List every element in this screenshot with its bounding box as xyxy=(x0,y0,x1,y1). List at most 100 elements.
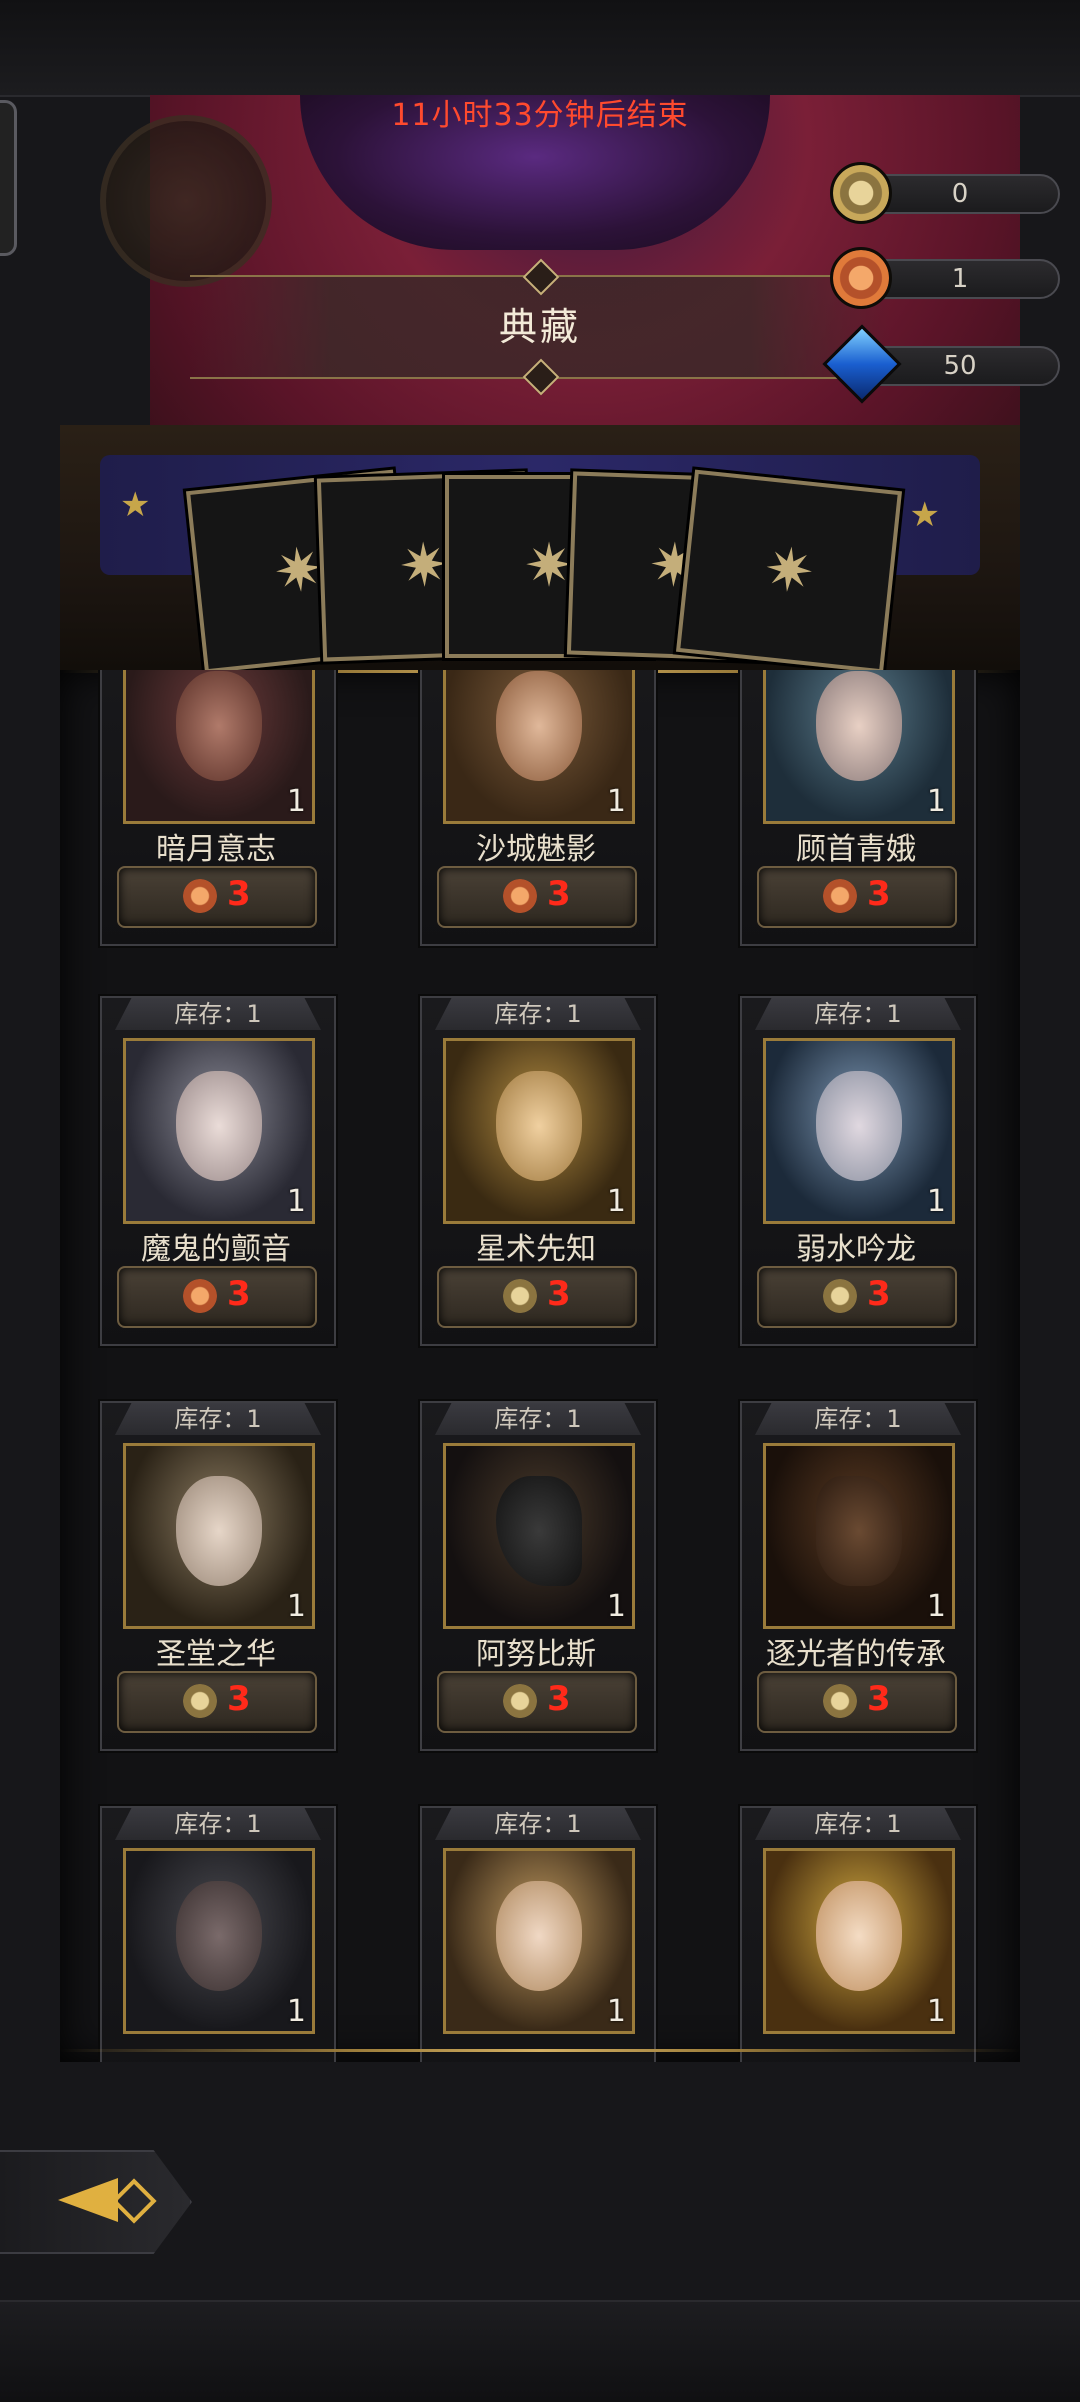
item-name: 逐光者的传承 xyxy=(766,1637,946,1672)
item-portrait: 1 xyxy=(443,1443,635,1629)
item-name: 魔鬼的颤音 xyxy=(141,1232,291,1267)
item-name: 弱水吟龙 xyxy=(796,1232,916,1267)
item-portrait: 1 xyxy=(123,1443,315,1629)
item-name: 顾首青娥 xyxy=(796,832,916,867)
shop-item[interactable]: 库存：1 1 阿努比斯 3 xyxy=(420,1401,656,1751)
item-count: 1 xyxy=(286,1994,306,2029)
star-icon: ★ xyxy=(120,485,151,525)
gold-coin-icon xyxy=(823,1684,857,1718)
item-portrait: 1 xyxy=(123,670,315,824)
currency-gold: 0 xyxy=(830,162,1060,224)
shop-item[interactable]: 库存：1 1 圣堂之华 3 xyxy=(100,1401,336,1751)
stock-label: 库存：1 xyxy=(755,1808,961,1840)
price-button[interactable]: 3 xyxy=(437,866,637,928)
back-arrow-icon xyxy=(58,2178,118,2222)
price-button[interactable]: 3 xyxy=(757,1671,957,1733)
shop-item[interactable]: 库存：1 1 弱水吟龙 3 xyxy=(740,996,976,1346)
item-count: 1 xyxy=(606,1994,626,2029)
price-value: 3 xyxy=(867,1679,891,1719)
item-count: 1 xyxy=(606,1184,626,1219)
stock-label: 库存：1 xyxy=(435,1403,641,1435)
stock-label: 库存：1 xyxy=(115,1808,321,1840)
price-value: 3 xyxy=(867,874,891,914)
item-portrait: 1 xyxy=(763,1848,955,2034)
item-count: 1 xyxy=(286,1589,306,1624)
item-count: 1 xyxy=(286,1184,306,1219)
shop-item[interactable]: 库存：1 1 星术先知 3 xyxy=(420,996,656,1346)
item-portrait: 1 xyxy=(123,1038,315,1224)
stock-label: 库存：1 xyxy=(435,1808,641,1840)
shop-item[interactable]: 1 暗月意志 3 xyxy=(100,670,336,946)
item-count: 1 xyxy=(926,1184,946,1219)
item-count: 1 xyxy=(926,784,946,819)
shop-item[interactable]: 库存：1 1 魔鬼的颤音 3 xyxy=(100,996,336,1346)
stock-label: 库存：1 xyxy=(115,1403,321,1435)
item-name: 阿努比斯 xyxy=(476,1637,596,1672)
star-icon: ★ xyxy=(909,495,940,535)
shop-item[interactable]: 1 沙城魅影 3 xyxy=(420,670,656,946)
currency-gem: 50 xyxy=(822,324,1060,404)
shop-item[interactable]: 1 顾首青娥 3 xyxy=(740,670,976,946)
copper-coin-icon xyxy=(183,879,217,913)
shop-item[interactable]: 库存：1 1 逐光者的传承 3 xyxy=(740,1401,976,1751)
copper-coin-icon xyxy=(823,879,857,913)
gold-coin-icon xyxy=(183,1684,217,1718)
price-button[interactable]: 3 xyxy=(437,1671,637,1733)
side-tab-handle[interactable] xyxy=(0,100,17,256)
item-portrait: 1 xyxy=(443,1038,635,1224)
price-value: 3 xyxy=(227,1274,251,1314)
top-header-band xyxy=(0,0,1080,97)
price-value: 3 xyxy=(227,874,251,914)
copper-coin-icon xyxy=(503,879,537,913)
item-count: 1 xyxy=(606,784,626,819)
item-name: 圣堂之华 xyxy=(156,1637,276,1672)
price-value: 3 xyxy=(547,1679,571,1719)
price-button[interactable]: 3 xyxy=(437,1266,637,1328)
item-count: 1 xyxy=(606,1589,626,1624)
shop-item[interactable]: 库存：1 1 xyxy=(420,1806,656,2062)
copper-coin-icon xyxy=(183,1279,217,1313)
item-portrait: 1 xyxy=(763,1443,955,1629)
gear-ornament xyxy=(100,115,272,287)
item-count: 1 xyxy=(926,1994,946,2029)
page-title-bar: 典藏 xyxy=(190,258,890,396)
currency-copper: 1 xyxy=(830,247,1060,309)
item-name: 暗月意志 xyxy=(156,832,276,867)
stock-label: 库存：1 xyxy=(435,998,641,1030)
gold-coin-icon xyxy=(503,1684,537,1718)
stock-label: 库存：1 xyxy=(755,1403,961,1435)
gold-coin-icon xyxy=(823,1279,857,1313)
item-name: 星术先知 xyxy=(476,1232,596,1267)
item-portrait: 1 xyxy=(443,670,635,824)
item-portrait: 1 xyxy=(763,1038,955,1224)
price-button[interactable]: 3 xyxy=(757,866,957,928)
price-value: 3 xyxy=(547,874,571,914)
price-value: 3 xyxy=(227,1679,251,1719)
price-button[interactable]: 3 xyxy=(117,1671,317,1733)
event-timer: 11小时33分钟后结束 xyxy=(391,98,689,133)
bottom-footer-band xyxy=(0,2300,1080,2402)
copper-coin-icon xyxy=(830,247,892,309)
price-value: 3 xyxy=(547,1274,571,1314)
item-portrait: 1 xyxy=(763,670,955,824)
price-value: 3 xyxy=(867,1274,891,1314)
gold-coin-icon xyxy=(503,1279,537,1313)
stock-label: 库存：1 xyxy=(115,998,321,1030)
gold-divider xyxy=(60,2049,1020,2052)
card-deck: ✷ ✷ ✷ ✷ ✷ xyxy=(186,460,902,674)
shop-item[interactable]: 库存：1 1 xyxy=(740,1806,976,2062)
item-count: 1 xyxy=(926,1589,946,1624)
shop-item-grid[interactable]: 1 暗月意志 3 1 沙城魅影 3 1 顾首青娥 3 库存：1 1 魔鬼的颤音 … xyxy=(60,670,1020,2062)
price-button[interactable]: 3 xyxy=(117,1266,317,1328)
item-portrait: 1 xyxy=(443,1848,635,2034)
compass-star-icon: ✷ xyxy=(676,469,902,674)
back-button[interactable] xyxy=(0,2150,192,2254)
diamond-ornament-icon xyxy=(111,2178,157,2224)
item-portrait: 1 xyxy=(123,1848,315,2034)
item-name: 沙城魅影 xyxy=(476,832,596,867)
price-button[interactable]: 3 xyxy=(757,1266,957,1328)
shop-item[interactable]: 库存：1 1 xyxy=(100,1806,336,2062)
stock-label: 库存：1 xyxy=(755,998,961,1030)
gold-coin-icon xyxy=(830,162,892,224)
price-button[interactable]: 3 xyxy=(117,866,317,928)
